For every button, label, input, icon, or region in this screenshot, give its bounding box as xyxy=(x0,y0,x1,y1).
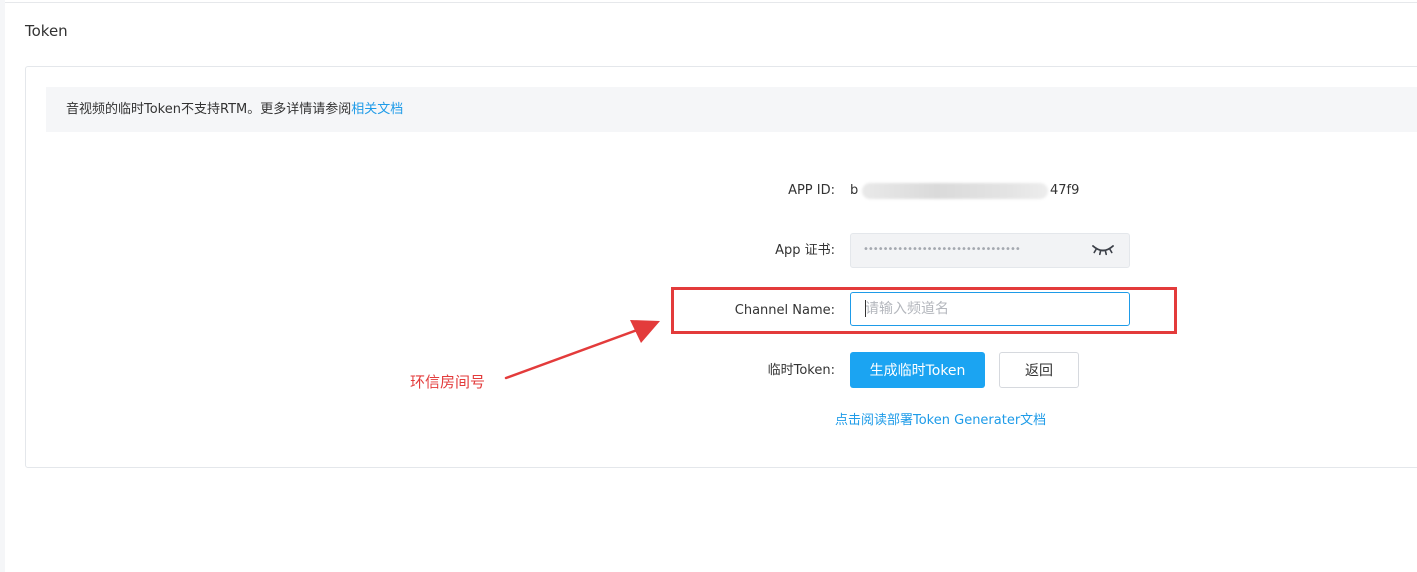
app-certificate-field: •••••••••••••••••••••••••••••••• xyxy=(850,233,1130,268)
temp-token-label: 临时Token: xyxy=(767,363,835,378)
app-id-prefix: b xyxy=(850,183,859,198)
related-docs-link[interactable]: 相关文档 xyxy=(351,102,403,117)
notice-text-wrapper: 音视频的临时Token不支持RTM。更多详情请参阅相关文档 xyxy=(66,101,403,119)
channel-name-input[interactable] xyxy=(850,292,1130,326)
channel-name-label: Channel Name: xyxy=(734,303,835,318)
annotation-arrow-icon xyxy=(504,320,660,380)
app-id-redaction xyxy=(862,183,1048,199)
notice-banner: 音视频的临时Token不支持RTM。更多详情请参阅相关文档 xyxy=(46,87,1417,132)
generate-token-button[interactable]: 生成临时Token xyxy=(850,352,985,388)
left-edge xyxy=(0,0,5,572)
annotation-label: 环信房间号 xyxy=(410,373,486,391)
app-certificate-label: App 证书: xyxy=(775,243,835,258)
app-certificate-masked-value: •••••••••••••••••••••••••••••••• xyxy=(863,244,1021,255)
token-page: Token 音视频的临时Token不支持RTM。更多详情请参阅相关文档 APP … xyxy=(0,0,1417,572)
token-generator-doc-link[interactable]: 点击阅读部署Token Generater文档 xyxy=(835,412,1046,430)
section-title: Token xyxy=(25,22,68,40)
app-id-suffix: 47f9 xyxy=(1050,183,1080,198)
notice-text: 音视频的临时Token不支持RTM。更多详情请参阅 xyxy=(66,102,352,117)
eye-closed-icon[interactable] xyxy=(1091,242,1115,258)
text-caret xyxy=(865,300,866,317)
top-divider xyxy=(5,2,1417,3)
back-button[interactable]: 返回 xyxy=(999,352,1079,388)
app-id-label: APP ID: xyxy=(788,183,835,198)
